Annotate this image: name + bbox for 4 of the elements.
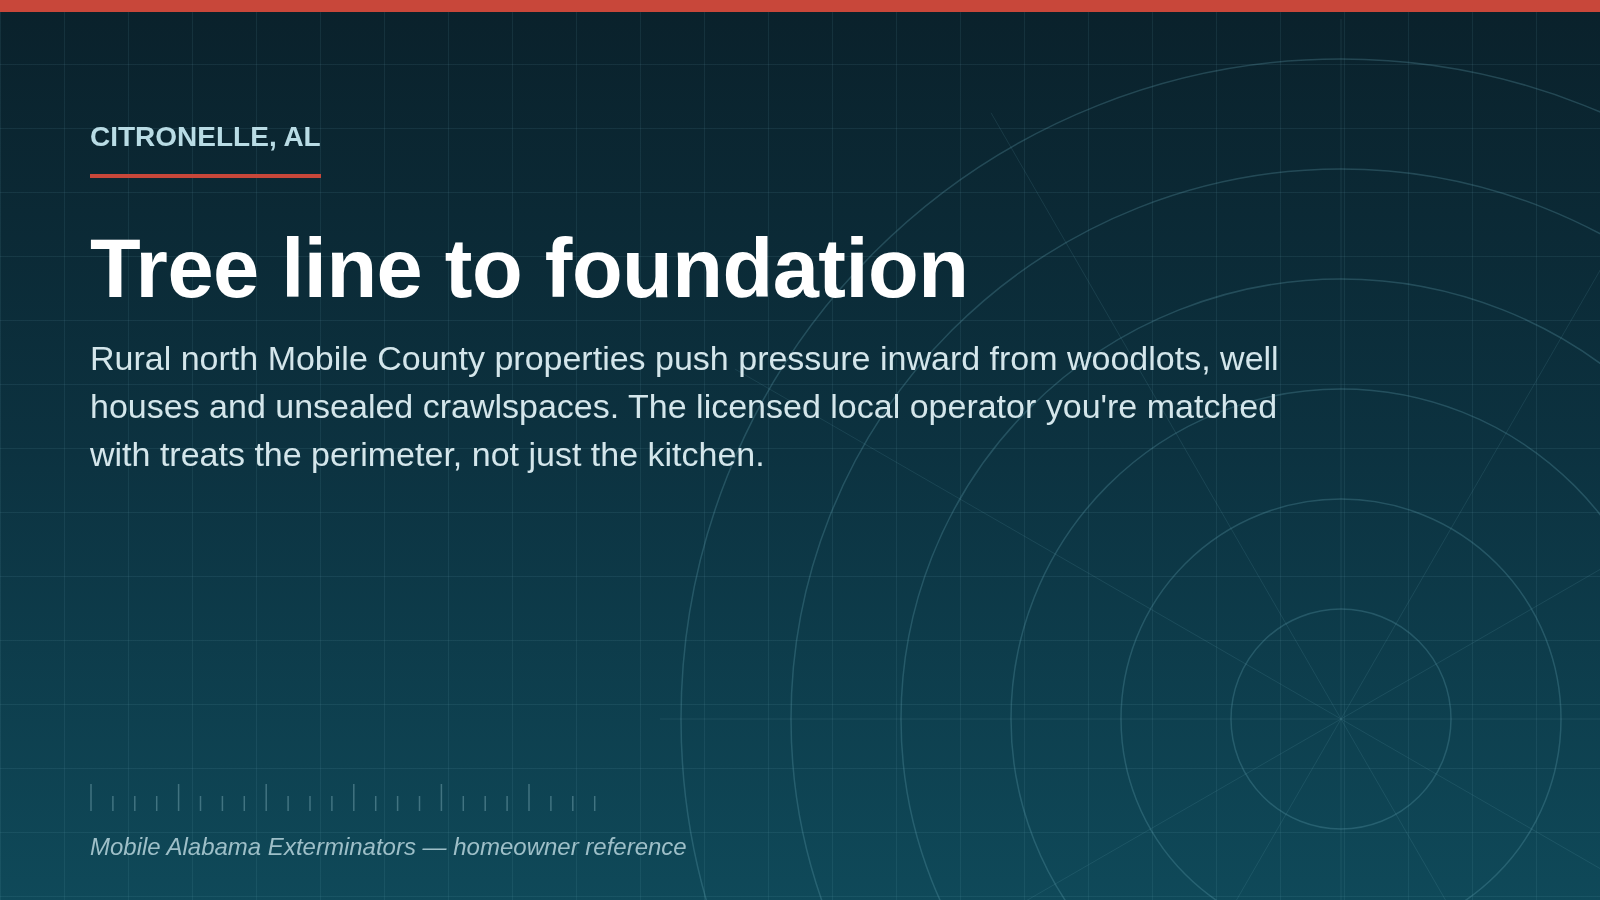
- footer-caption: Mobile Alabama Exterminators — homeowner reference: [90, 833, 687, 862]
- headline: Tree line to foundation: [90, 222, 969, 314]
- location-label: CITRONELLE, AL: [90, 120, 321, 154]
- body-paragraph: Rural north Mobile County properties push pressure inward from woodlots, well houses and unsealed crawlspaces. The licensed local operator you're matched with treats the perimeter, not just the kitchen.: [90, 337, 1280, 475]
